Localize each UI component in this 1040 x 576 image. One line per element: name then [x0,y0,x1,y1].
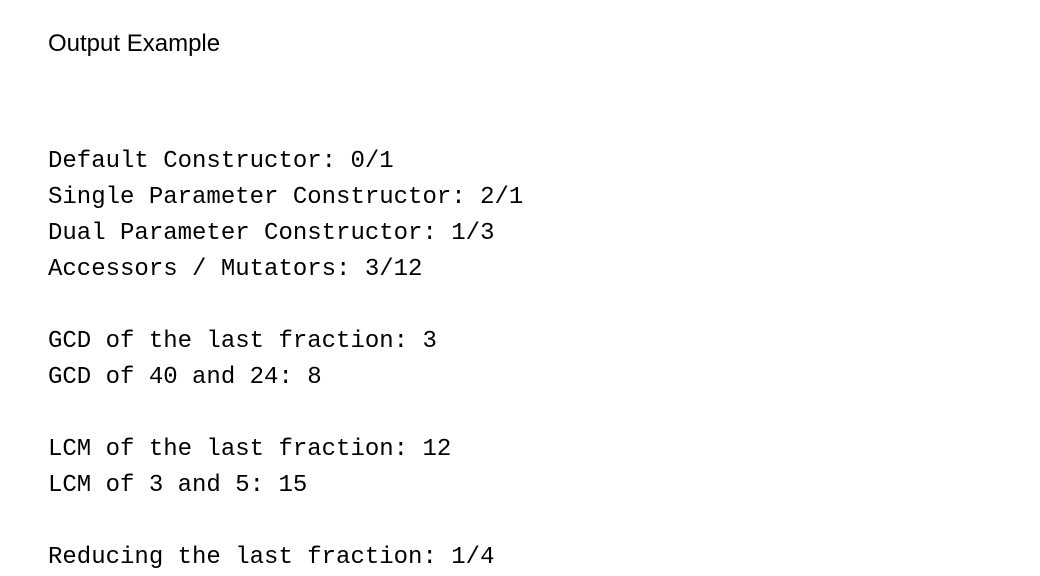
output-block: Default Constructor: 0/1 Single Paramete… [48,108,992,576]
output-line: Reducing the last fraction: 1/4 [48,544,494,571]
output-line: LCM of the last fraction: 12 [48,436,451,463]
output-line: Single Parameter Constructor: 2/1 [48,184,523,211]
output-line: Dual Parameter Constructor: 1/3 [48,220,494,247]
section-title: Output Example [48,30,992,58]
output-line: LCM of 3 and 5: 15 [48,472,307,499]
output-line: GCD of 40 and 24: 8 [48,364,322,391]
output-line: GCD of the last fraction: 3 [48,328,437,355]
output-line: Default Constructor: 0/1 [48,148,394,175]
output-line: Accessors / Mutators: 3/12 [48,256,422,283]
